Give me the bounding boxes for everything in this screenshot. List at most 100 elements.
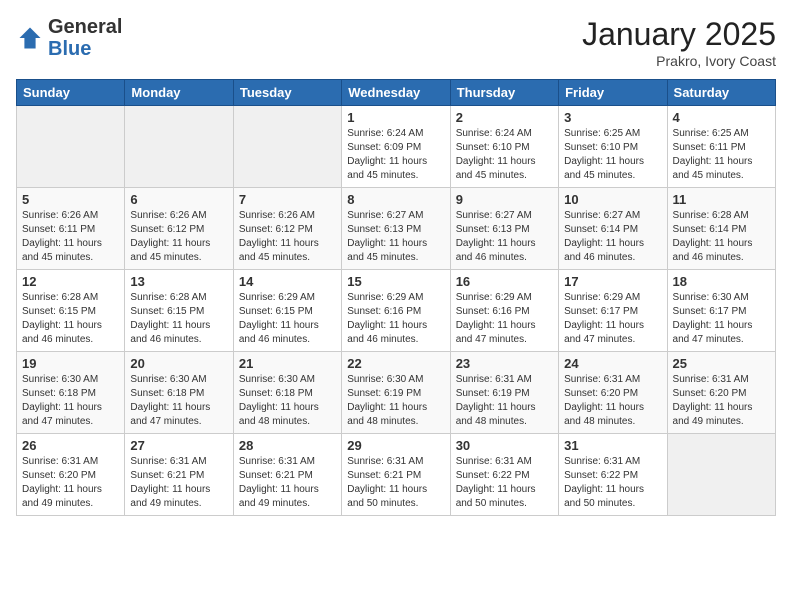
calendar-week-row: 5 Sunrise: 6:26 AM Sunset: 6:11 PM Daylig…	[17, 188, 776, 270]
table-row: 3 Sunrise: 6:25 AM Sunset: 6:10 PM Daylig…	[559, 106, 667, 188]
day-number: 31	[564, 438, 661, 453]
col-saturday: Saturday	[667, 80, 775, 106]
table-row: 15Sunrise: 6:29 AM Sunset: 6:16 PM Dayli…	[342, 270, 450, 352]
day-number: 17	[564, 274, 661, 289]
col-wednesday: Wednesday	[342, 80, 450, 106]
day-info: Sunrise: 6:31 AM Sunset: 6:21 PM Dayligh…	[347, 455, 444, 511]
day-info: Sunrise: 6:25 AM Sunset: 6:10 PM Dayligh…	[564, 127, 661, 183]
calendar-week-row: 12 Sunrise: 6:28 AM Sunset: 6:15 PM Dayli…	[17, 270, 776, 352]
table-row: 13Sunrise: 6:28 AM Sunset: 6:15 PM Dayli…	[125, 270, 233, 352]
col-friday: Friday	[559, 80, 667, 106]
table-row	[125, 106, 233, 188]
day-info: Sunrise: 6:27 AM Sunset: 6:13 PM Dayligh…	[347, 209, 444, 265]
table-row: 28 Sunrise: 6:31 AM Sunset: 6:21 PM Dayli…	[233, 434, 341, 516]
day-number: 28	[239, 438, 336, 453]
table-row: 19 Sunrise: 6:30 AM Sunset: 6:18 PM Dayli…	[17, 352, 125, 434]
col-thursday: Thursday	[450, 80, 558, 106]
day-number: 5	[22, 192, 119, 207]
day-number: 24	[564, 356, 661, 371]
day-info: Sunrise: 6:29 AM Sunset: 6:16 PM Dayligh…	[456, 291, 553, 347]
day-info: Sunrise: 6:26 AM Sunset: 6:12 PM Dayligh…	[130, 209, 227, 265]
day-info: Sunrise: 6:24 AM Sunset: 6:09 PM Dayligh…	[347, 127, 444, 183]
day-info: Sunrise: 6:27 AM Sunset: 6:14 PM Dayligh…	[564, 209, 661, 265]
table-row: 14 Sunrise: 6:29 AM Sunset: 6:15 PM Dayli…	[233, 270, 341, 352]
table-row	[667, 434, 775, 516]
day-number: 23	[456, 356, 553, 371]
table-row	[17, 106, 125, 188]
logo: General Blue	[16, 16, 122, 60]
day-number: 8	[347, 192, 444, 207]
page-header: General Blue January 2025 Prakro, Ivory …	[16, 16, 776, 69]
table-row: 30 Sunrise: 6:31 AM Sunset: 6:22 PM Dayli…	[450, 434, 558, 516]
table-row: 6Sunrise: 6:26 AM Sunset: 6:12 PM Daylig…	[125, 188, 233, 270]
table-row: 17 Sunrise: 6:29 AM Sunset: 6:17 PM Dayli…	[559, 270, 667, 352]
day-info: Sunrise: 6:31 AM Sunset: 6:22 PM Dayligh…	[564, 455, 661, 511]
title-block: January 2025 Prakro, Ivory Coast	[582, 16, 776, 69]
day-info: Sunrise: 6:27 AM Sunset: 6:13 PM Dayligh…	[456, 209, 553, 265]
day-number: 25	[673, 356, 770, 371]
day-number: 26	[22, 438, 119, 453]
day-info: Sunrise: 6:31 AM Sunset: 6:20 PM Dayligh…	[22, 455, 119, 511]
table-row: 2 Sunrise: 6:24 AM Sunset: 6:10 PM Daylig…	[450, 106, 558, 188]
day-info: Sunrise: 6:31 AM Sunset: 6:20 PM Dayligh…	[673, 373, 770, 429]
calendar-header-row: Sunday Monday Tuesday Wednesday Thursday…	[17, 80, 776, 106]
logo-blue-text: Blue	[48, 38, 91, 60]
day-number: 7	[239, 192, 336, 207]
day-number: 29	[347, 438, 444, 453]
table-row: 23Sunrise: 6:31 AM Sunset: 6:19 PM Dayli…	[450, 352, 558, 434]
day-number: 9	[456, 192, 553, 207]
col-tuesday: Tuesday	[233, 80, 341, 106]
day-info: Sunrise: 6:31 AM Sunset: 6:22 PM Dayligh…	[456, 455, 553, 511]
table-row: 20 Sunrise: 6:30 AM Sunset: 6:18 PM Dayli…	[125, 352, 233, 434]
table-row: 29 Sunrise: 6:31 AM Sunset: 6:21 PM Dayli…	[342, 434, 450, 516]
day-info: Sunrise: 6:26 AM Sunset: 6:12 PM Dayligh…	[239, 209, 336, 265]
table-row: 11Sunrise: 6:28 AM Sunset: 6:14 PM Dayli…	[667, 188, 775, 270]
day-info: Sunrise: 6:28 AM Sunset: 6:15 PM Dayligh…	[22, 291, 119, 347]
day-number: 12	[22, 274, 119, 289]
day-number: 15	[347, 274, 444, 289]
col-monday: Monday	[125, 80, 233, 106]
day-info: Sunrise: 6:30 AM Sunset: 6:19 PM Dayligh…	[347, 373, 444, 429]
day-info: Sunrise: 6:31 AM Sunset: 6:20 PM Dayligh…	[564, 373, 661, 429]
calendar-week-row: 26 Sunrise: 6:31 AM Sunset: 6:20 PM Dayli…	[17, 434, 776, 516]
calendar-week-row: 19 Sunrise: 6:30 AM Sunset: 6:18 PM Dayli…	[17, 352, 776, 434]
day-number: 4	[673, 110, 770, 125]
table-row	[233, 106, 341, 188]
day-number: 30	[456, 438, 553, 453]
day-number: 20	[130, 356, 227, 371]
table-row: 21Sunrise: 6:30 AM Sunset: 6:18 PM Dayli…	[233, 352, 341, 434]
day-number: 1	[347, 110, 444, 125]
day-info: Sunrise: 6:30 AM Sunset: 6:18 PM Dayligh…	[130, 373, 227, 429]
day-info: Sunrise: 6:28 AM Sunset: 6:14 PM Dayligh…	[673, 209, 770, 265]
day-info: Sunrise: 6:29 AM Sunset: 6:17 PM Dayligh…	[564, 291, 661, 347]
day-info: Sunrise: 6:30 AM Sunset: 6:18 PM Dayligh…	[22, 373, 119, 429]
table-row: 7 Sunrise: 6:26 AM Sunset: 6:12 PM Daylig…	[233, 188, 341, 270]
day-number: 16	[456, 274, 553, 289]
day-number: 19	[22, 356, 119, 371]
table-row: 9 Sunrise: 6:27 AM Sunset: 6:13 PM Daylig…	[450, 188, 558, 270]
day-info: Sunrise: 6:29 AM Sunset: 6:15 PM Dayligh…	[239, 291, 336, 347]
day-info: Sunrise: 6:25 AM Sunset: 6:11 PM Dayligh…	[673, 127, 770, 183]
table-row: 27Sunrise: 6:31 AM Sunset: 6:21 PM Dayli…	[125, 434, 233, 516]
day-number: 10	[564, 192, 661, 207]
day-number: 22	[347, 356, 444, 371]
day-info: Sunrise: 6:24 AM Sunset: 6:10 PM Dayligh…	[456, 127, 553, 183]
table-row: 18 Sunrise: 6:30 AM Sunset: 6:17 PM Dayli…	[667, 270, 775, 352]
day-number: 21	[239, 356, 336, 371]
col-sunday: Sunday	[17, 80, 125, 106]
day-info: Sunrise: 6:26 AM Sunset: 6:11 PM Dayligh…	[22, 209, 119, 265]
day-number: 18	[673, 274, 770, 289]
calendar-table: Sunday Monday Tuesday Wednesday Thursday…	[16, 79, 776, 516]
logo-icon	[16, 24, 44, 52]
table-row: 25 Sunrise: 6:31 AM Sunset: 6:20 PM Dayli…	[667, 352, 775, 434]
day-number: 14	[239, 274, 336, 289]
day-number: 2	[456, 110, 553, 125]
table-row: 24 Sunrise: 6:31 AM Sunset: 6:20 PM Dayli…	[559, 352, 667, 434]
month-title: January 2025	[582, 16, 776, 53]
day-info: Sunrise: 6:31 AM Sunset: 6:21 PM Dayligh…	[239, 455, 336, 511]
table-row: 1 Sunrise: 6:24 AM Sunset: 6:09 PM Daylig…	[342, 106, 450, 188]
day-info: Sunrise: 6:28 AM Sunset: 6:15 PM Dayligh…	[130, 291, 227, 347]
day-number: 3	[564, 110, 661, 125]
day-info: Sunrise: 6:30 AM Sunset: 6:17 PM Dayligh…	[673, 291, 770, 347]
table-row: 16 Sunrise: 6:29 AM Sunset: 6:16 PM Dayli…	[450, 270, 558, 352]
